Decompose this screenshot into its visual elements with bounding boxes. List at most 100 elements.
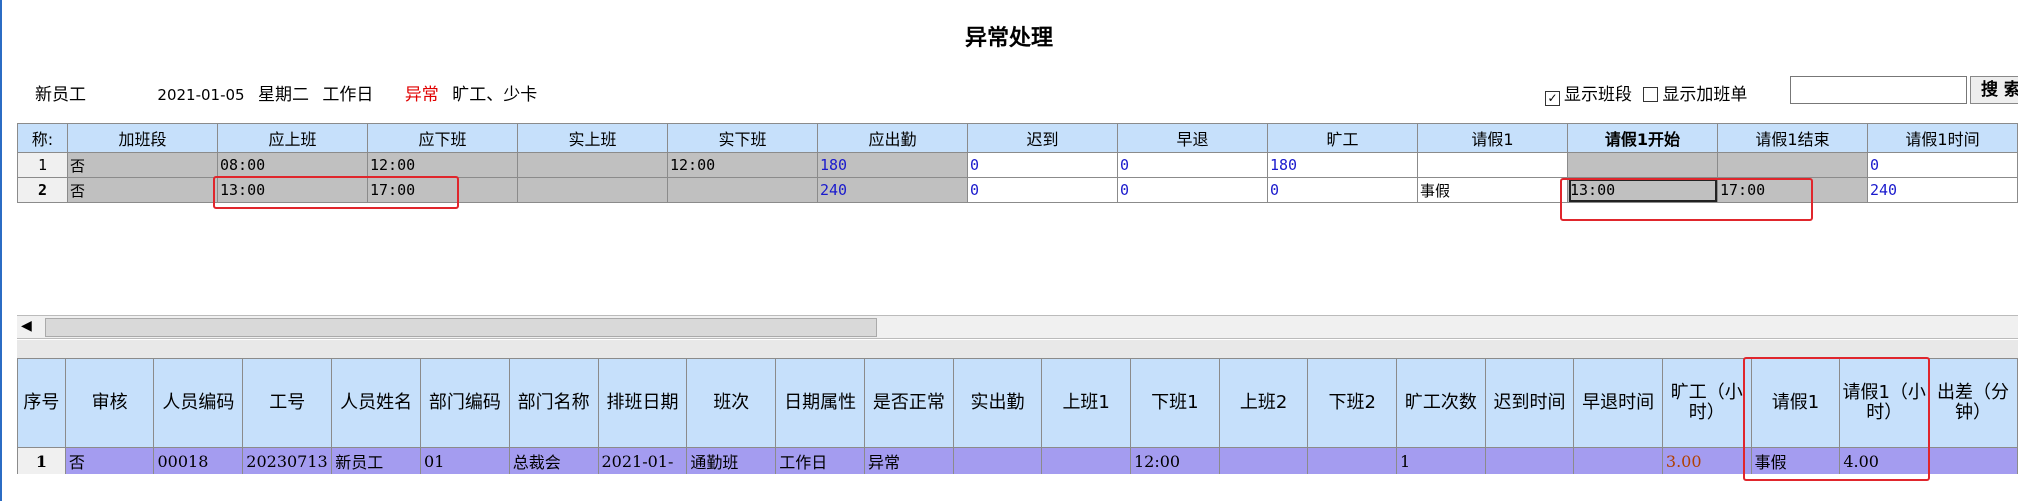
table-cell[interactable]: 事假 <box>1417 177 1568 203</box>
column-header[interactable]: 下班2 <box>1307 358 1398 448</box>
show-shift-checkbox[interactable]: ✓ <box>1545 91 1560 106</box>
table-cell[interactable] <box>1928 447 2018 475</box>
table-cell[interactable]: 240 <box>817 177 968 203</box>
table-cell[interactable]: 12:00 <box>667 152 818 178</box>
table-cell[interactable] <box>1484 447 1575 475</box>
table-cell[interactable]: 通勤班 <box>686 447 777 475</box>
table-cell[interactable]: 20230713 <box>242 447 333 475</box>
scrollbar-thumb[interactable] <box>45 318 877 337</box>
search-button[interactable]: 搜 索 <box>1970 76 2018 104</box>
column-header[interactable]: 加班段 <box>67 123 218 153</box>
column-header[interactable]: 实下班 <box>667 123 818 153</box>
table-cell[interactable] <box>1307 447 1398 475</box>
employee-name: 新员工 <box>35 85 86 105</box>
column-header[interactable]: 上班1 <box>1041 358 1131 448</box>
table-cell[interactable] <box>517 152 668 178</box>
table-cell[interactable]: 180 <box>817 152 968 178</box>
grid-empty-area <box>17 205 2018 315</box>
display-options: ✓ 显示班段 显示加班单 <box>1545 80 1747 106</box>
column-header[interactable]: 应上班 <box>217 123 368 153</box>
table-cell[interactable]: 0 <box>1267 177 1418 203</box>
table-row[interactable]: 1 否 08:00 12:00 12:00 180 0 0 180 0 <box>17 152 2018 178</box>
table-cell[interactable]: 12:00 <box>1129 447 1220 475</box>
show-overtime-checkbox[interactable] <box>1643 87 1659 102</box>
column-header[interactable]: 部门编码 <box>420 358 510 448</box>
table-cell[interactable]: 180 <box>1267 152 1418 178</box>
table-cell[interactable]: 00018 <box>153 447 244 475</box>
column-header[interactable]: 人员姓名 <box>331 358 422 448</box>
column-header[interactable]: 下班1 <box>1129 358 1220 448</box>
table-cell[interactable]: 08:00 <box>217 152 368 178</box>
table-cell[interactable]: 1 <box>1396 447 1486 475</box>
table-cell[interactable]: 0 <box>1867 152 2018 178</box>
table-cell[interactable]: 2021-01- <box>597 447 688 475</box>
highlight-box <box>1743 357 1930 481</box>
grid-empty-area <box>17 474 2018 501</box>
table-cell[interactable]: 12:00 <box>367 152 518 178</box>
table-cell[interactable]: 0 <box>967 177 1118 203</box>
column-header[interactable]: 旷工 <box>1267 123 1418 153</box>
table-cell[interactable] <box>952 447 1043 475</box>
page-title: 异常处理 <box>964 26 1053 51</box>
column-header[interactable]: 旷工（小时） <box>1661 358 1752 448</box>
table-cell[interactable] <box>667 177 818 203</box>
column-header[interactable]: 实出勤 <box>952 358 1043 448</box>
table-cell[interactable]: 工作日 <box>775 447 866 475</box>
grid-corner[interactable]: 称: <box>17 123 68 153</box>
table-cell[interactable]: 0 <box>967 152 1118 178</box>
table-cell[interactable]: 否 <box>64 447 155 475</box>
column-header[interactable]: 请假1 <box>1417 123 1568 153</box>
column-header[interactable]: 序号 <box>17 358 66 448</box>
table-cell[interactable]: 01 <box>420 447 510 475</box>
table-cell[interactable]: 异常 <box>864 447 954 475</box>
column-header[interactable]: 请假1结束 <box>1717 123 1868 153</box>
show-overtime-label: 显示加班单 <box>1662 85 1748 105</box>
column-header[interactable]: 审核 <box>64 358 155 448</box>
column-header[interactable]: 人员编码 <box>153 358 244 448</box>
column-header[interactable]: 班次 <box>686 358 777 448</box>
column-header[interactable]: 出差（分钟） <box>1928 358 2018 448</box>
column-header[interactable]: 应下班 <box>367 123 518 153</box>
table-cell[interactable]: 总裁会 <box>508 447 599 475</box>
table-cell[interactable]: 3.00 <box>1661 447 1752 475</box>
column-header[interactable]: 迟到时间 <box>1484 358 1575 448</box>
column-header[interactable]: 实上班 <box>517 123 668 153</box>
record-date: 2021-01-05 <box>157 86 245 104</box>
column-header[interactable]: 请假1开始 <box>1567 123 1718 153</box>
column-header[interactable]: 上班2 <box>1218 358 1309 448</box>
column-header[interactable]: 工号 <box>242 358 333 448</box>
table-cell[interactable] <box>1717 152 1868 178</box>
row-number[interactable]: 2 <box>17 177 68 203</box>
highlight-box <box>213 176 459 209</box>
table-cell[interactable] <box>1417 152 1568 178</box>
column-header[interactable]: 排班日期 <box>597 358 688 448</box>
column-header[interactable]: 早退 <box>1117 123 1268 153</box>
table-cell[interactable] <box>1573 447 1663 475</box>
column-header[interactable]: 应出勤 <box>817 123 968 153</box>
row-number[interactable]: 1 <box>17 447 66 475</box>
weekday: 星期二 <box>258 85 309 105</box>
column-header[interactable]: 日期属性 <box>775 358 866 448</box>
column-header[interactable]: 请假1时间 <box>1867 123 2018 153</box>
horizontal-scrollbar[interactable]: ◀ <box>17 315 2018 339</box>
table-cell[interactable] <box>1041 447 1131 475</box>
column-header[interactable]: 迟到 <box>967 123 1118 153</box>
search-input[interactable] <box>1790 76 1967 104</box>
table-cell[interactable]: 否 <box>67 177 218 203</box>
table-cell[interactable] <box>1567 152 1718 178</box>
column-header[interactable]: 旷工次数 <box>1396 358 1486 448</box>
table-cell[interactable]: 新员工 <box>331 447 422 475</box>
table-cell[interactable]: 0 <box>1117 152 1268 178</box>
day-type: 工作日 <box>322 85 374 105</box>
table-cell[interactable] <box>517 177 668 203</box>
scroll-left-icon[interactable]: ◀ <box>21 318 32 334</box>
table-cell[interactable]: 240 <box>1867 177 2018 203</box>
table-cell[interactable]: 否 <box>67 152 218 178</box>
table-cell[interactable]: 0 <box>1117 177 1268 203</box>
row-number[interactable]: 1 <box>17 152 68 178</box>
column-header[interactable]: 部门名称 <box>508 358 599 448</box>
table-row[interactable]: 1 否 00018 20230713 新员工 01 总裁会 2021-01- 通… <box>17 447 2018 475</box>
table-cell[interactable] <box>1218 447 1309 475</box>
column-header[interactable]: 是否正常 <box>864 358 954 448</box>
column-header[interactable]: 早退时间 <box>1573 358 1663 448</box>
